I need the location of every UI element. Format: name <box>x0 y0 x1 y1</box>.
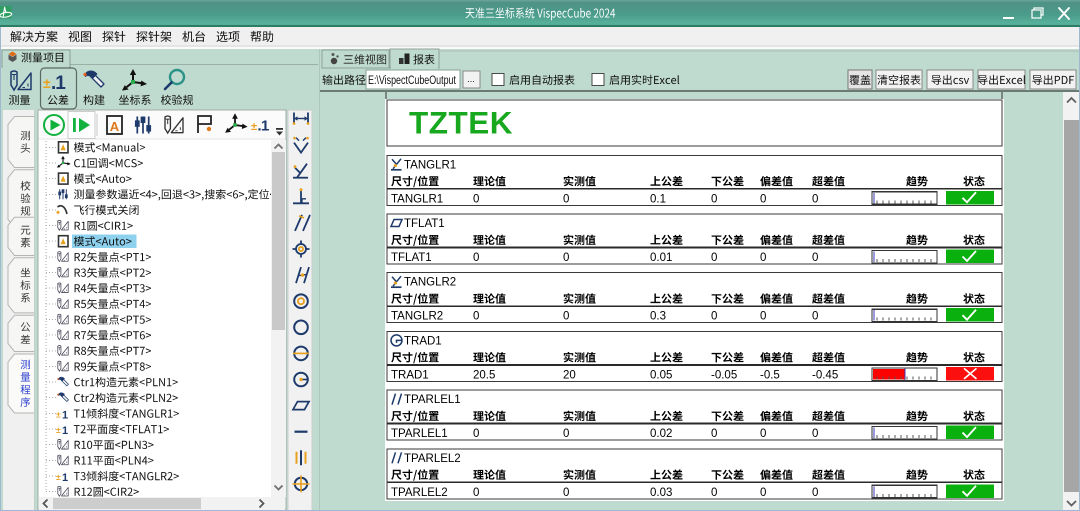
svg-text:TPARLEL2: TPARLEL2 <box>391 487 448 499</box>
svg-text:TZTEK: TZTEK <box>409 105 513 141</box>
svg-text:0: 0 <box>563 193 569 205</box>
svg-text:0: 0 <box>473 311 479 323</box>
svg-text:0.05: 0.05 <box>650 369 672 381</box>
svg-text:0: 0 <box>563 487 569 499</box>
svg-text:0: 0 <box>812 487 818 499</box>
svg-text:-0.45: -0.45 <box>812 369 838 381</box>
svg-text:0: 0 <box>563 311 569 323</box>
svg-text:0: 0 <box>760 193 766 205</box>
svg-text:TRAD1: TRAD1 <box>391 369 429 381</box>
svg-text:1: 1 <box>62 409 68 421</box>
svg-text:.1: .1 <box>257 118 269 135</box>
svg-text:TFLAT1: TFLAT1 <box>391 252 432 264</box>
svg-text:A: A <box>110 119 120 134</box>
svg-text:0.03: 0.03 <box>650 487 672 499</box>
svg-text:±: ± <box>56 472 61 482</box>
svg-text:TANGLR1: TANGLR1 <box>404 159 456 171</box>
svg-text:TFLAT1: TFLAT1 <box>404 218 445 230</box>
svg-text:±: ± <box>56 425 61 435</box>
svg-text:0: 0 <box>473 193 479 205</box>
svg-text:0: 0 <box>473 487 479 499</box>
svg-text:1: 1 <box>62 425 68 437</box>
svg-text:±: ± <box>43 75 51 91</box>
svg-text:0.1: 0.1 <box>650 193 666 205</box>
svg-text:±: ± <box>251 121 257 133</box>
svg-text:0: 0 <box>812 311 818 323</box>
svg-text:0: 0 <box>563 252 569 264</box>
svg-text:TANGLR2: TANGLR2 <box>391 311 443 323</box>
svg-text:TPARLEL2: TPARLEL2 <box>404 453 461 465</box>
svg-text:0: 0 <box>711 487 717 499</box>
svg-text:-0.05: -0.05 <box>711 369 737 381</box>
svg-text:0: 0 <box>812 252 818 264</box>
svg-text:0: 0 <box>812 193 818 205</box>
svg-text:-0.5: -0.5 <box>760 369 780 381</box>
svg-text:0: 0 <box>711 428 717 440</box>
svg-text:0: 0 <box>812 428 818 440</box>
svg-text:0: 0 <box>711 252 717 264</box>
svg-text:0: 0 <box>473 428 479 440</box>
svg-text:0: 0 <box>760 311 766 323</box>
svg-text:0.3: 0.3 <box>650 311 666 323</box>
svg-text:0: 0 <box>563 428 569 440</box>
svg-text:0: 0 <box>760 428 766 440</box>
svg-text:0: 0 <box>711 193 717 205</box>
svg-text:TANGLR1: TANGLR1 <box>391 193 443 205</box>
svg-text:0: 0 <box>760 252 766 264</box>
svg-text:...: ... <box>467 74 475 84</box>
svg-text:±: ± <box>56 409 61 419</box>
svg-text:TPARLEL1: TPARLEL1 <box>391 428 448 440</box>
svg-text:TPARLEL1: TPARLEL1 <box>404 394 461 406</box>
svg-text:TANGLR2: TANGLR2 <box>404 277 456 289</box>
svg-text:TRAD1: TRAD1 <box>404 335 442 347</box>
svg-text:20: 20 <box>563 369 576 381</box>
svg-text:1: 1 <box>62 472 68 484</box>
svg-text:0: 0 <box>711 311 717 323</box>
svg-text:.1: .1 <box>51 73 66 94</box>
svg-text:0.02: 0.02 <box>650 428 672 440</box>
svg-text:0.01: 0.01 <box>650 252 672 264</box>
svg-text:0: 0 <box>760 487 766 499</box>
svg-text:0: 0 <box>473 252 479 264</box>
svg-text:E:\VispectCubeOutput: E:\VispectCubeOutput <box>368 75 457 87</box>
svg-text:20.5: 20.5 <box>473 369 495 381</box>
